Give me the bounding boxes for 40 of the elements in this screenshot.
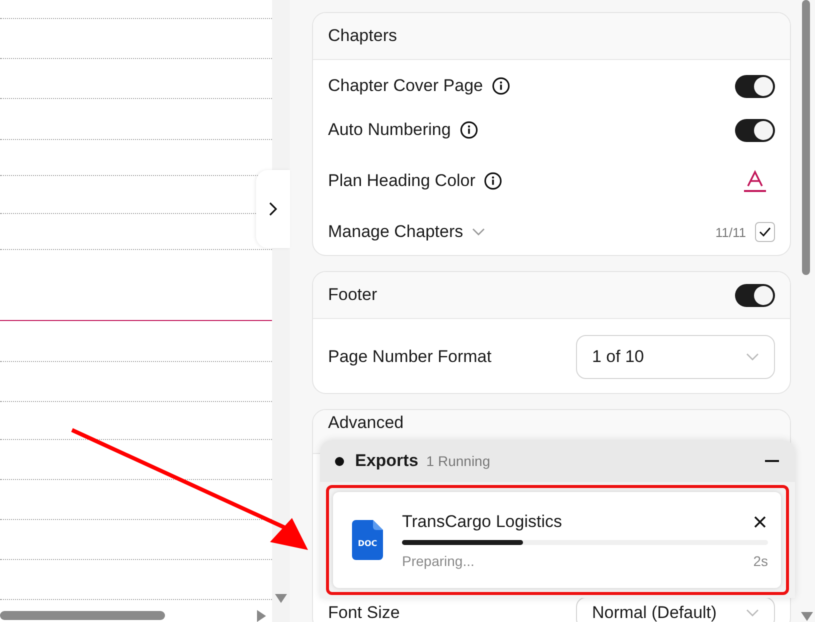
setting-label: Plan Heading Color [328, 171, 476, 191]
setting-label: Manage Chapters [328, 222, 464, 242]
font-size-select[interactable]: Normal (Default) [576, 597, 775, 622]
scroll-down-icon[interactable] [801, 612, 813, 621]
doc-file-icon: DOC [352, 520, 383, 560]
export-status: Preparing... [402, 552, 474, 568]
chevron-right-icon [269, 202, 277, 216]
running-count: 1 Running [426, 453, 492, 469]
info-icon[interactable] [460, 121, 478, 139]
setting-label: Auto Numbering [328, 120, 451, 140]
chevron-down-icon [746, 352, 759, 360]
close-icon [754, 516, 766, 528]
select-all-checkbox[interactable] [755, 222, 775, 242]
horizontal-scrollbar[interactable] [0, 611, 165, 620]
setting-label: Chapter Cover Page [328, 76, 483, 96]
info-icon[interactable] [492, 77, 510, 95]
card-title: Footer [328, 285, 378, 305]
card-title: Advanced [328, 413, 404, 433]
setting-label: Font Size [328, 603, 400, 622]
card-title: Chapters [328, 26, 397, 46]
chevron-down-icon [746, 609, 759, 617]
exports-title: Exports [355, 451, 418, 471]
toggle-switch[interactable] [735, 284, 775, 306]
info-icon[interactable] [484, 172, 502, 190]
chapter-count: 11/11 [715, 224, 746, 240]
scroll-down-icon[interactable] [275, 594, 287, 603]
setting-label: Page Number Format [328, 346, 492, 366]
check-icon [759, 227, 771, 237]
close-button[interactable] [752, 514, 768, 530]
export-name: TransCargo Logistics [402, 512, 562, 532]
scroll-right-icon[interactable] [257, 610, 266, 622]
page-number-format-select[interactable]: 1 of 10 [576, 334, 775, 378]
elapsed-time: 2s [753, 552, 768, 568]
toggle-switch[interactable] [735, 118, 775, 142]
vertical-scrollbar[interactable] [802, 0, 810, 275]
toggle-switch[interactable] [735, 74, 775, 98]
text-color-icon[interactable] [743, 169, 767, 193]
minus-icon [765, 460, 779, 462]
chevron-down-icon [472, 228, 486, 236]
status-dot [335, 456, 344, 466]
